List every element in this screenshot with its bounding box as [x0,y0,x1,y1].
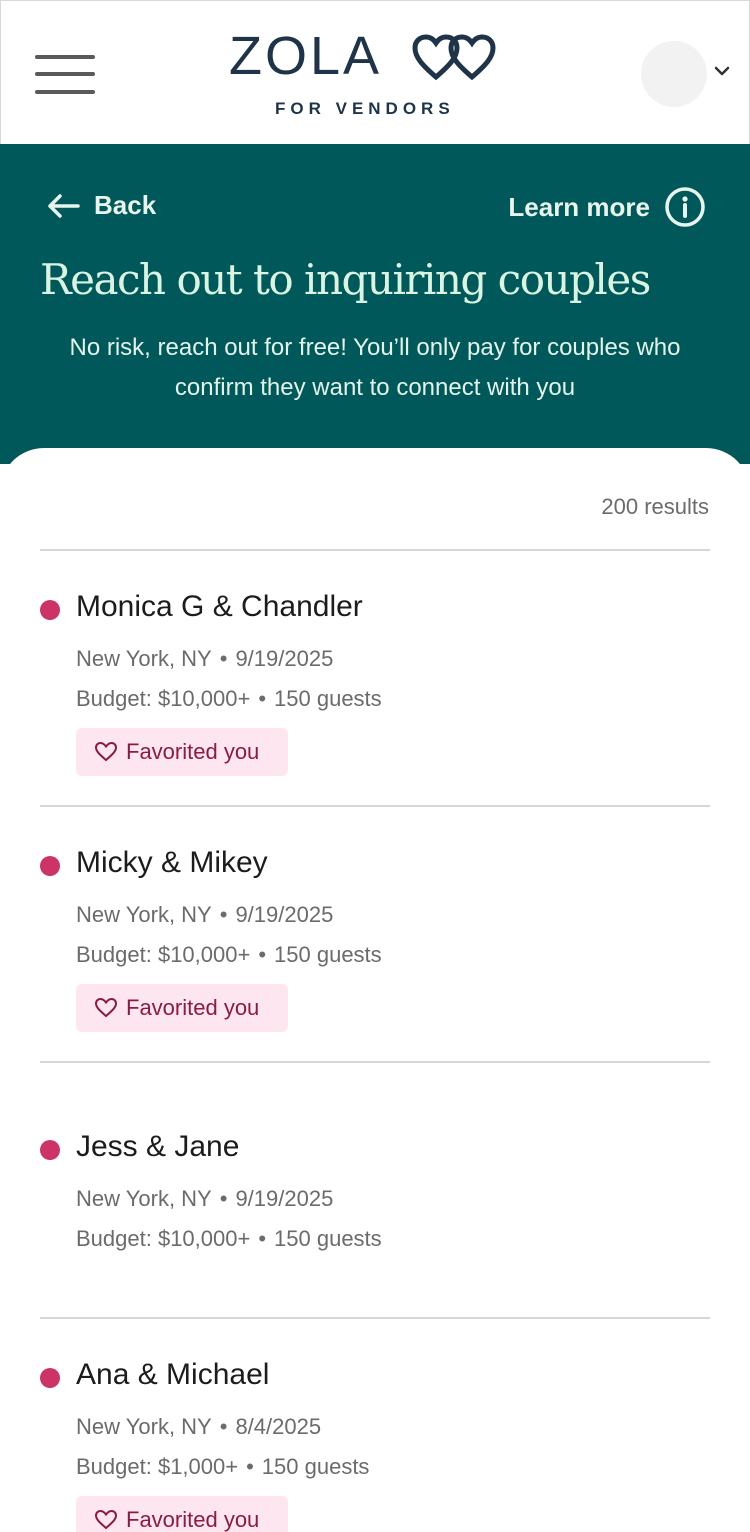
back-label: Back [94,190,157,220]
unread-dot-icon [40,600,60,620]
budget-guests: Budget: $10,000+ • 150 guests [76,1226,382,1252]
location: New York, NY [76,1414,212,1439]
wedding-date: 9/19/2025 [235,646,334,671]
hamburger-menu-icon[interactable] [35,53,95,97]
badge-label: Favorited you [126,995,260,1020]
couple-names: Jess & Jane [76,1130,240,1163]
back-button[interactable]: Back [46,190,156,221]
chevron-down-icon[interactable] [713,65,731,77]
couple-names: Monica G & Chandler [76,590,363,623]
page-subtitle: No risk, reach out for free! You’ll only… [69,334,681,401]
divider [40,549,710,551]
guest-count: 150 guests [274,942,382,967]
bullet-separator: • [219,1414,228,1439]
double-heart-icon [412,34,496,81]
info-icon [665,187,705,227]
budget-guests: Budget: $1,000+ • 150 guests [76,1454,369,1480]
unread-dot-icon [40,1140,60,1160]
location: New York, NY [76,646,212,671]
heart-icon [94,1509,118,1530]
results-count: 200 results [601,494,709,519]
unread-dot-icon [40,856,60,876]
learn-more-link[interactable]: Learn more [508,186,706,228]
bullet-separator: • [219,1186,228,1211]
wedding-date: 8/4/2025 [235,1414,322,1439]
location: New York, NY [76,902,212,927]
guest-count: 150 guests [274,1226,382,1251]
wedding-date: 9/19/2025 [235,902,334,927]
guest-count: 150 guests [261,1454,370,1479]
divider [40,805,710,807]
budget-guests: Budget: $10,000+ • 150 guests [76,942,382,968]
logo-subtitle: FOR VENDORS [275,99,455,118]
budget: Budget: $10,000+ [76,942,251,967]
top-navigation-bar: ZOLA FOR VENDORS [0,0,750,144]
unread-dot-icon [40,1368,60,1388]
divider [40,1317,710,1319]
location-date: New York, NY • 9/19/2025 [76,902,333,928]
location-date: New York, NY • 9/19/2025 [76,1186,333,1212]
badge-label: Favorited you [126,739,260,764]
page-title: Reach out to inquiring couples [40,255,651,304]
bullet-separator: • [258,942,267,967]
heart-icon [94,997,118,1018]
heart-icon [94,741,118,762]
zola-logo[interactable]: ZOLA FOR VENDORS [229,29,529,125]
location-date: New York, NY • 8/4/2025 [76,1414,321,1440]
wedding-date: 9/19/2025 [235,1186,334,1211]
bullet-separator: • [258,1226,267,1251]
user-avatar[interactable] [641,41,707,107]
arrow-left-icon [48,193,80,218]
location: New York, NY [76,1186,212,1211]
favorited-badge: Favorited you [76,984,288,1032]
couple-names: Ana & Michael [76,1358,270,1391]
bullet-separator: • [219,646,228,671]
learn-more-label: Learn more [508,191,650,222]
bullet-separator: • [258,686,267,711]
favorited-badge: Favorited you [76,728,288,776]
budget: Budget: $10,000+ [76,686,251,711]
badge-label: Favorited you [126,1507,260,1532]
logo-wordmark: ZOLA [229,26,383,86]
guest-count: 150 guests [274,686,382,711]
budget-guests: Budget: $10,000+ • 150 guests [76,686,382,712]
bullet-separator: • [246,1454,254,1479]
budget: Budget: $1,000+ [76,1454,239,1479]
favorited-badge: Favorited you [76,1496,288,1532]
divider [40,1061,710,1063]
location-date: New York, NY • 9/19/2025 [76,646,333,672]
couple-names: Micky & Mikey [76,846,268,879]
budget: Budget: $10,000+ [76,1226,251,1251]
bullet-separator: • [219,902,228,927]
